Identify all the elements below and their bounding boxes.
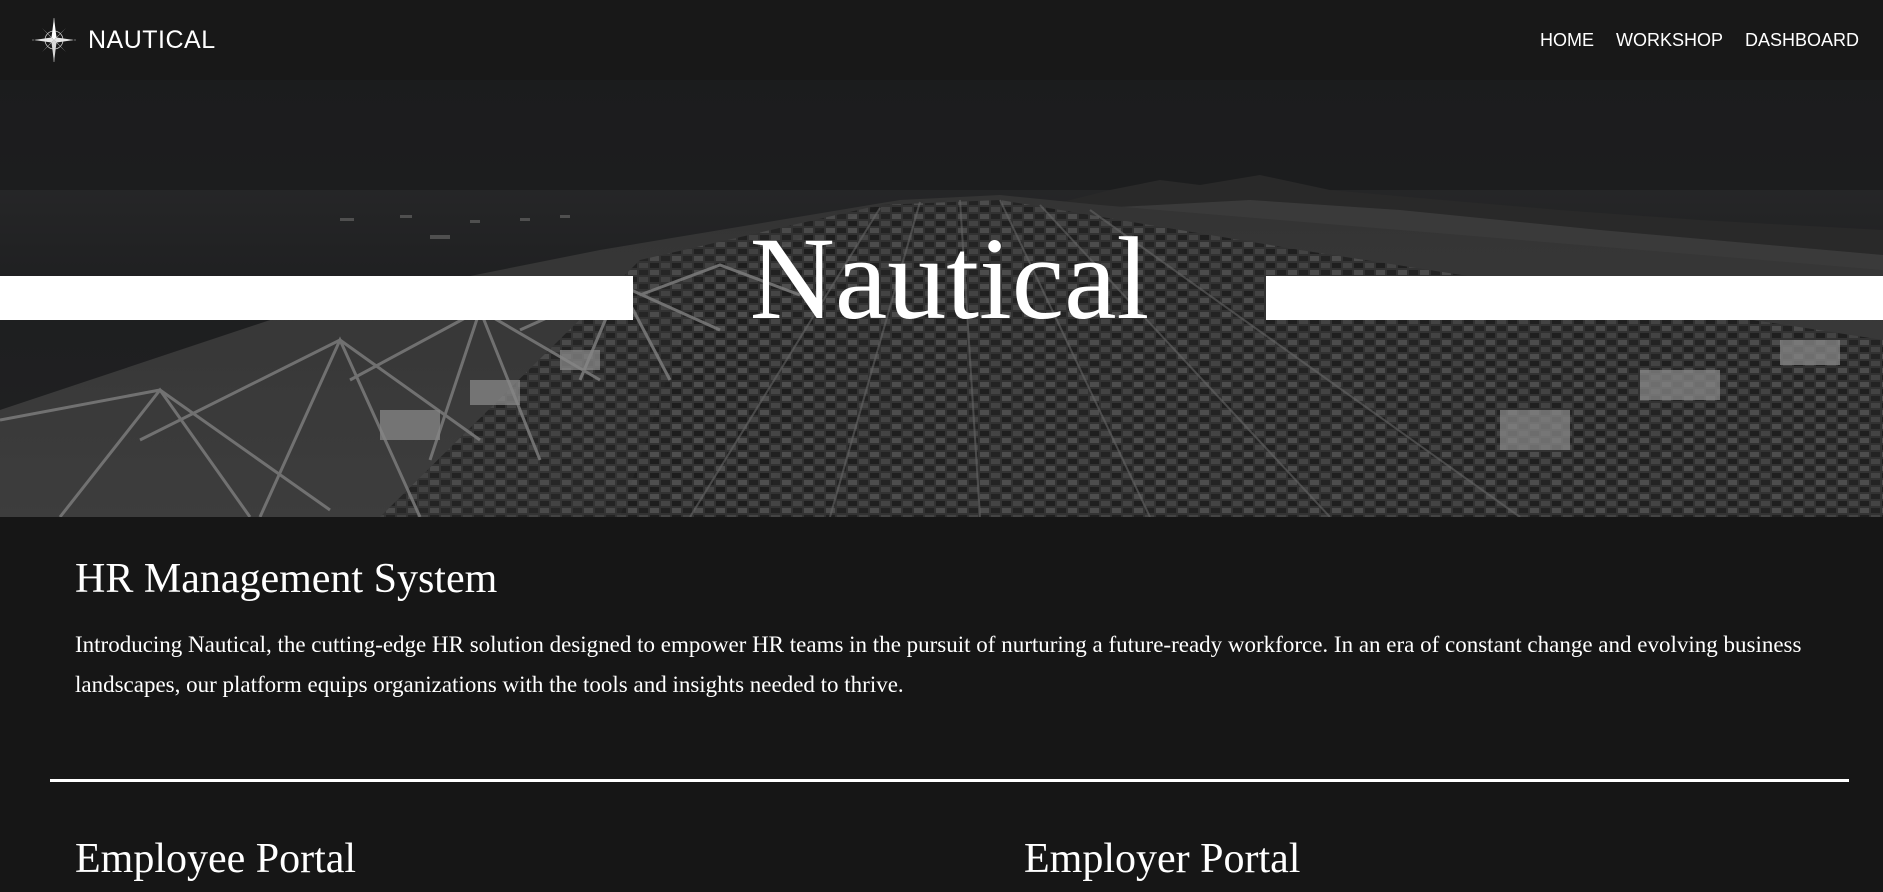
compass-rose-icon bbox=[32, 18, 76, 62]
brand-name: NAUTICAL bbox=[88, 25, 216, 54]
nav-link-dashboard[interactable]: DASHBOARD bbox=[1745, 30, 1859, 51]
main-nav: HOME WORKSHOP DASHBOARD bbox=[1540, 30, 1859, 51]
nav-link-home[interactable]: HOME bbox=[1540, 30, 1594, 51]
intro-title: HR Management System bbox=[75, 556, 498, 602]
intro-paragraph: Introducing Nautical, the cutting-edge H… bbox=[75, 632, 1802, 697]
hero-title: Nautical bbox=[749, 213, 1150, 344]
hero-accent-bar-right bbox=[1266, 276, 1883, 320]
main-content: HR Management System Introducing Nautica… bbox=[0, 517, 1883, 892]
employer-portal-title[interactable]: Employer Portal bbox=[1024, 835, 1300, 883]
section-divider bbox=[50, 779, 1849, 782]
employee-portal-title[interactable]: Employee Portal bbox=[75, 835, 356, 883]
nav-link-workshop[interactable]: WORKSHOP bbox=[1616, 30, 1723, 51]
brand-link[interactable]: NAUTICAL bbox=[30, 16, 216, 64]
hero-banner: Nautical bbox=[0, 80, 1883, 517]
navbar: NAUTICAL HOME WORKSHOP DASHBOARD bbox=[0, 0, 1883, 80]
hero-accent-bar-left bbox=[0, 276, 633, 320]
